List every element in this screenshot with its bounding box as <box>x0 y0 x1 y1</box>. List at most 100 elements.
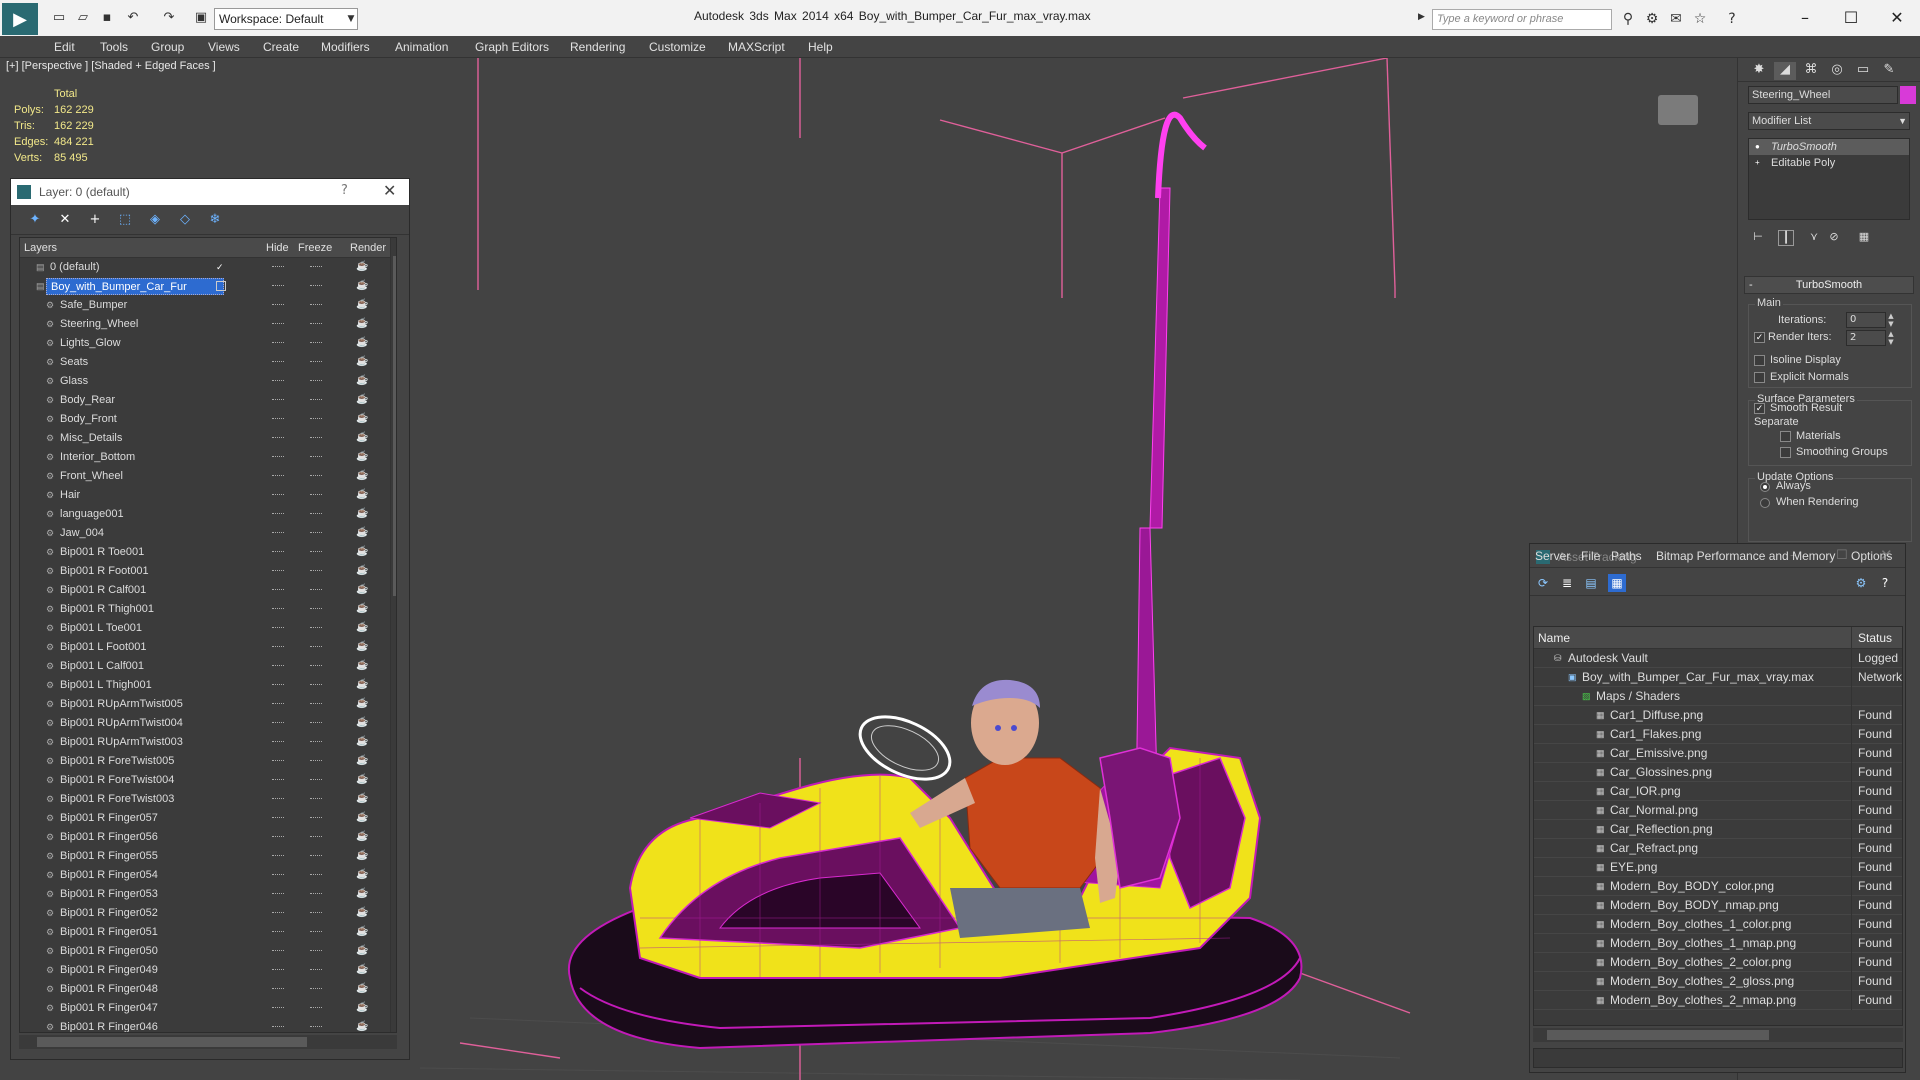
asset-row[interactable]: ▦ EYE.png Found <box>1534 858 1902 877</box>
render-teapot-icon[interactable]: ☕ <box>356 451 368 462</box>
stack-item-turbosmooth[interactable]: ● TurboSmooth <box>1749 139 1909 155</box>
pin-stack-icon[interactable]: ⊢ <box>1750 230 1766 246</box>
menu-edit[interactable]: Edit <box>54 40 75 54</box>
freeze-toggle[interactable] <box>310 570 322 572</box>
freeze-toggle[interactable] <box>310 779 322 781</box>
freeze-toggle[interactable] <box>310 950 322 952</box>
freeze-toggle[interactable] <box>310 912 322 914</box>
turbosmooth-rollout-header[interactable]: - TurboSmooth <box>1744 276 1914 294</box>
scrollbar-thumb[interactable] <box>393 256 396 596</box>
layer-row[interactable]: ⚙ Body_Rear ☕ <box>20 391 396 410</box>
render-teapot-icon[interactable]: ☕ <box>356 888 368 899</box>
layer-row[interactable]: ⚙ Hair ☕ <box>20 486 396 505</box>
lightbulb-icon[interactable]: ● <box>1755 142 1764 151</box>
layer-row[interactable]: ⚙ Bip001 R Finger052 ☕ <box>20 904 396 923</box>
create-tab-icon[interactable]: ✸ <box>1748 62 1770 80</box>
asset-row[interactable]: ▦ Car_Emissive.png Found <box>1534 744 1902 763</box>
hide-toggle[interactable] <box>272 855 284 857</box>
hide-toggle[interactable] <box>272 893 284 895</box>
utilities-tab-icon[interactable]: ✎ <box>1878 62 1900 80</box>
layer-row[interactable]: ⚙ Bip001 L Foot001 ☕ <box>20 638 396 657</box>
render-teapot-icon[interactable]: ☕ <box>356 318 368 329</box>
layer-row[interactable]: ⚙ Bip001 R Finger054 ☕ <box>20 866 396 885</box>
menu-customize[interactable]: Customize <box>649 40 706 54</box>
layer-row[interactable]: ▤ 0 (default) ✓ ☕ <box>20 258 396 277</box>
layer-row[interactable]: ⚙ Glass ☕ <box>20 372 396 391</box>
layer-row[interactable]: ⚙ Bip001 R Foot001 ☕ <box>20 562 396 581</box>
maximize-button[interactable]: ☐ <box>1828 4 1874 32</box>
asset-row[interactable]: ▦ Modern_Boy_clothes_2_gloss.png Found <box>1534 972 1902 991</box>
layer-row[interactable]: ⚙ Misc_Details ☕ <box>20 429 396 448</box>
render-teapot-icon[interactable]: ☕ <box>356 679 368 690</box>
asset-row[interactable]: ▦ Car_Glossines.png Found <box>1534 763 1902 782</box>
render-teapot-icon[interactable]: ☕ <box>356 698 368 709</box>
layer-row[interactable]: ⚙ language001 ☕ <box>20 505 396 524</box>
hide-toggle[interactable] <box>272 361 284 363</box>
freeze-toggle[interactable] <box>310 532 322 534</box>
object-name-field[interactable]: Steering_Wheel <box>1748 86 1898 104</box>
menu-maxscript[interactable]: MAXScript <box>728 40 785 54</box>
render-teapot-icon[interactable]: ☕ <box>356 945 368 956</box>
hide-toggle[interactable] <box>272 285 284 287</box>
highlight-layer-icon[interactable]: ◈ <box>145 211 165 229</box>
layer-vertical-scrollbar[interactable] <box>390 238 396 1032</box>
render-teapot-icon[interactable]: ☕ <box>356 432 368 443</box>
set-current-layer-box[interactable] <box>216 281 226 291</box>
hide-toggle[interactable] <box>272 779 284 781</box>
new-file-icon[interactable]: ▭ <box>50 9 68 27</box>
layer-row[interactable]: ⚙ Bip001 R Finger051 ☕ <box>20 923 396 942</box>
materials-checkbox[interactable] <box>1780 431 1791 442</box>
render-teapot-icon[interactable]: ☕ <box>356 603 368 614</box>
render-teapot-icon[interactable]: ☕ <box>356 394 368 405</box>
render-teapot-icon[interactable]: ☕ <box>356 337 368 348</box>
asset-row[interactable]: ▣ Boy_with_Bumper_Car_Fur_max_vray.max Net… <box>1534 668 1902 687</box>
render-teapot-icon[interactable]: ☕ <box>356 470 368 481</box>
render-teapot-icon[interactable]: ☕ <box>356 869 368 880</box>
render-teapot-icon[interactable]: ☕ <box>356 926 368 937</box>
asset-menu-server[interactable]: Server <box>1535 549 1570 563</box>
render-teapot-icon[interactable]: ☕ <box>356 1002 368 1013</box>
layer-row[interactable]: ⚙ Seats ☕ <box>20 353 396 372</box>
asset-row[interactable]: ▦ Modern_Boy_clothes_1_nmap.png Found <box>1534 934 1902 953</box>
add-to-layer-icon[interactable]: + <box>85 211 105 229</box>
layer-row[interactable]: ⚙ Safe_Bumper ☕ <box>20 296 396 315</box>
render-teapot-icon[interactable]: ☕ <box>356 983 368 994</box>
hide-toggle[interactable] <box>272 817 284 819</box>
object-color-swatch[interactable] <box>1900 86 1916 104</box>
motion-tab-icon[interactable]: ◎ <box>1826 62 1848 80</box>
hide-toggle[interactable] <box>272 741 284 743</box>
render-teapot-icon[interactable]: ☕ <box>356 641 368 652</box>
hide-toggle[interactable] <box>272 988 284 990</box>
modifier-list-dropdown[interactable]: Modifier List ▼ <box>1748 112 1910 130</box>
layer-row[interactable]: ⚙ Interior_Bottom ☕ <box>20 448 396 467</box>
hide-toggle[interactable] <box>272 589 284 591</box>
app-logo-icon[interactable]: ▶ <box>2 3 38 35</box>
viewcube[interactable] <box>1658 95 1698 125</box>
freeze-toggle[interactable] <box>310 1007 322 1009</box>
hide-toggle[interactable] <box>272 722 284 724</box>
column-status[interactable]: Status <box>1858 631 1892 645</box>
close-button[interactable]: ✕ <box>1874 4 1920 32</box>
thumbnail-view-icon[interactable]: ▤ <box>1582 574 1600 592</box>
freeze-toggle[interactable] <box>310 836 322 838</box>
column-name[interactable]: Name <box>1538 631 1570 645</box>
render-teapot-icon[interactable]: ☕ <box>356 489 368 500</box>
render-teapot-icon[interactable]: ☕ <box>356 660 368 671</box>
help-icon[interactable]: ? <box>341 183 348 198</box>
layer-row[interactable]: ⚙ Front_Wheel ☕ <box>20 467 396 486</box>
freeze-toggle[interactable] <box>310 342 322 344</box>
freeze-toggle[interactable] <box>310 760 322 762</box>
freeze-toggle[interactable] <box>310 988 322 990</box>
render-teapot-icon[interactable]: ☕ <box>356 584 368 595</box>
render-teapot-icon[interactable]: ☕ <box>356 850 368 861</box>
hide-toggle[interactable] <box>272 266 284 268</box>
hide-toggle[interactable] <box>272 608 284 610</box>
render-teapot-icon[interactable]: ☕ <box>356 261 368 272</box>
asset-row[interactable]: ▦ Car1_Diffuse.png Found <box>1534 706 1902 725</box>
hide-toggle[interactable] <box>272 551 284 553</box>
freeze-toggle[interactable] <box>310 798 322 800</box>
hide-toggle[interactable] <box>272 456 284 458</box>
freeze-toggle[interactable] <box>310 665 322 667</box>
freeze-toggle[interactable] <box>310 266 322 268</box>
asset-row[interactable]: ▦ Car1_Flakes.png Found <box>1534 725 1902 744</box>
